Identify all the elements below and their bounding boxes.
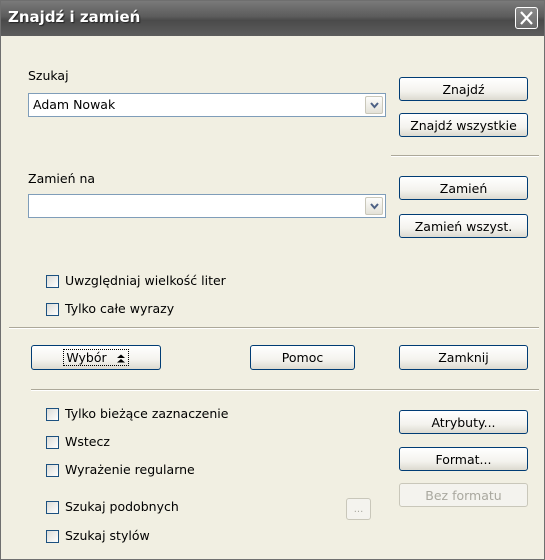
search-styles-checkbox[interactable] xyxy=(46,530,59,543)
search-label: Szukaj xyxy=(28,68,69,83)
chevron-down-icon xyxy=(370,102,379,109)
replace-combobox[interactable] xyxy=(28,194,386,218)
search-styles-label: Szukaj stylów xyxy=(65,528,150,543)
search-combobox[interactable]: Adam Nowak xyxy=(28,93,386,117)
selection-toggle-button[interactable]: Wybór xyxy=(31,345,161,370)
close-icon xyxy=(520,11,533,25)
replace-label: Zamień na xyxy=(28,171,96,186)
replace-button[interactable]: Zamień xyxy=(399,176,528,200)
current-selection-label: Tylko bieżące zaznaczenie xyxy=(65,406,229,421)
current-selection-checkbox[interactable] xyxy=(46,408,59,421)
similarity-label: Szukaj podobnych xyxy=(65,499,179,514)
regex-checkbox[interactable] xyxy=(46,464,59,477)
replace-all-button[interactable]: Zamień wszyst. xyxy=(399,214,528,238)
window-title: Znajdź i zamień xyxy=(8,8,141,26)
backwards-label: Wstecz xyxy=(65,434,110,449)
match-case-label: Uwzględniaj wielkość liter xyxy=(65,273,226,288)
double-chevron-up-icon xyxy=(116,354,125,363)
regex-label: Wyrażenie regularne xyxy=(65,462,195,477)
whole-words-label: Tylko całe wyrazy xyxy=(65,301,175,316)
format-button[interactable]: Format... xyxy=(399,447,528,471)
similarity-options-button[interactable]: ... xyxy=(346,498,371,520)
search-dropdown-button[interactable] xyxy=(365,96,383,114)
similarity-checkbox[interactable] xyxy=(46,501,59,514)
chevron-down-icon xyxy=(370,203,379,210)
close-button[interactable]: Zamknij xyxy=(399,345,528,370)
search-input[interactable]: Adam Nowak xyxy=(33,97,115,112)
separator xyxy=(31,389,539,391)
separator xyxy=(9,327,539,329)
replace-dropdown-button[interactable] xyxy=(365,197,383,215)
help-button[interactable]: Pomoc xyxy=(250,345,355,370)
attributes-button[interactable]: Atrybuty... xyxy=(399,410,528,434)
title-bar[interactable]: Znajdź i zamień xyxy=(1,1,544,36)
find-button[interactable]: Znajdź xyxy=(399,77,528,101)
close-window-button[interactable] xyxy=(515,7,538,29)
whole-words-checkbox[interactable] xyxy=(46,303,59,316)
find-all-button[interactable]: Znajdź wszystkie xyxy=(399,113,528,137)
find-replace-dialog: Znajdź i zamień Szukaj Adam Nowak Znajdź… xyxy=(0,0,545,560)
no-format-button[interactable]: Bez formatu xyxy=(399,483,528,507)
separator xyxy=(391,155,539,157)
backwards-checkbox[interactable] xyxy=(46,436,59,449)
match-case-checkbox[interactable] xyxy=(46,275,59,288)
